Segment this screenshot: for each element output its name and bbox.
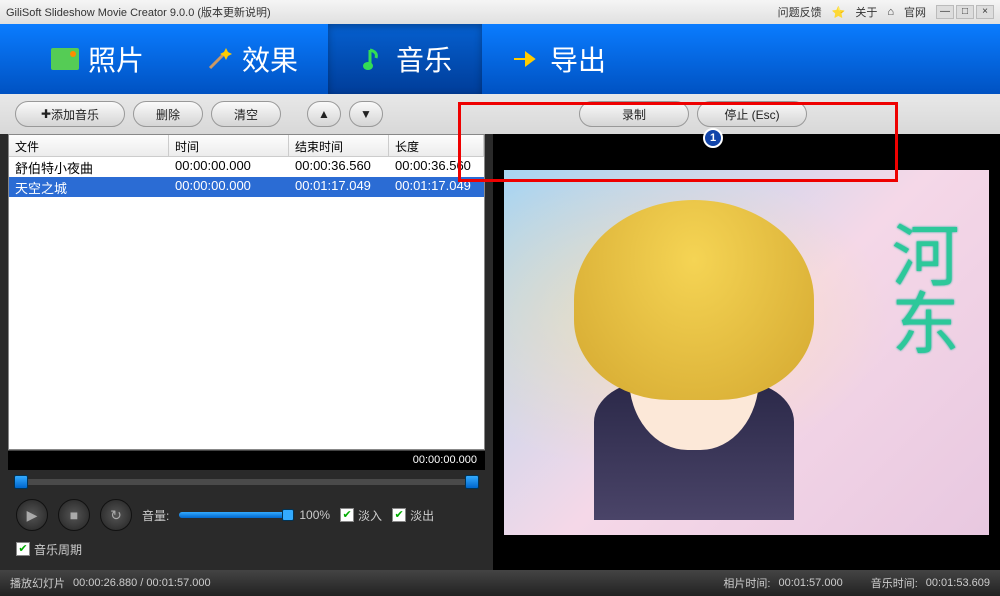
maximize-button[interactable]: □ [956, 5, 974, 19]
seek-bar[interactable] [8, 470, 485, 494]
preview-text: 河东 [870, 220, 969, 356]
player-controls: ▶ ■ ↻ 音量: 100% ✔淡入 ✔淡出 [8, 494, 485, 536]
main-navbar: 照片 效果 音乐 导出 [0, 24, 1000, 94]
play-button[interactable]: ▶ [16, 499, 48, 531]
tab-export[interactable]: 导出 [482, 24, 636, 94]
music-panel: 文件 时间 结束时间 长度 舒伯特小夜曲 00:00:00.000 00:00:… [0, 134, 493, 570]
delete-button[interactable]: 删除 [133, 101, 203, 127]
fadeout-checkbox[interactable]: ✔淡出 [392, 507, 434, 524]
seek-end-thumb[interactable] [465, 475, 479, 489]
move-down-button[interactable]: ▼ [349, 101, 383, 127]
photo-time: 00:01:57.000 [778, 577, 842, 589]
rewind-button[interactable]: ↻ [100, 499, 132, 531]
add-music-button[interactable]: ✚ 添加音乐 [15, 101, 125, 127]
star-icon: ⭐ [832, 6, 846, 19]
volume-percent: 100% [299, 508, 330, 522]
music-icon [358, 44, 388, 74]
music-time: 00:01:53.609 [926, 577, 990, 589]
photo-time-label: 相片时间: [723, 575, 770, 591]
move-up-button[interactable]: ▲ [307, 101, 341, 127]
table-row[interactable]: 天空之城 00:00:00.000 00:01:17.049 00:01:17.… [9, 177, 484, 197]
timecode-display: 00:00:00.000 [8, 450, 485, 470]
annotation-badge: 1 [703, 128, 723, 148]
table-row[interactable]: 舒伯特小夜曲 00:00:00.000 00:00:36.560 00:00:3… [9, 157, 484, 177]
preview-panel: 河东 [493, 134, 1000, 570]
record-button[interactable]: 录制 [579, 101, 689, 127]
stop-playback-button[interactable]: ■ [58, 499, 90, 531]
tab-music[interactable]: 音乐 [328, 24, 482, 94]
website-link[interactable]: 官网 [904, 4, 926, 20]
volume-label: 音量: [142, 507, 169, 524]
photo-icon [50, 44, 80, 74]
volume-slider[interactable] [179, 512, 289, 518]
table-body: 舒伯特小夜曲 00:00:00.000 00:00:36.560 00:00:3… [9, 157, 484, 449]
home-icon: ⌂ [887, 6, 894, 18]
slideshow-time: 00:00:26.880 / 00:01:57.000 [73, 577, 211, 589]
col-file[interactable]: 文件 [9, 135, 169, 156]
music-toolbar: ✚ 添加音乐 删除 清空 ▲ ▼ 录制 停止 (Esc) [0, 94, 1000, 134]
loop-checkbox[interactable]: ✔音乐周期 [16, 541, 82, 558]
statusbar: 播放幻灯片 00:00:26.880 / 00:01:57.000 相片时间: … [0, 570, 1000, 596]
clear-button[interactable]: 清空 [211, 101, 281, 127]
music-table: 文件 时间 结束时间 长度 舒伯特小夜曲 00:00:00.000 00:00:… [8, 134, 485, 450]
seek-start-thumb[interactable] [14, 475, 28, 489]
slideshow-label: 播放幻灯片 [10, 575, 65, 591]
col-length[interactable]: 长度 [389, 135, 484, 156]
music-loop-row: ✔音乐周期 [8, 536, 485, 562]
tab-effects[interactable]: 效果 [174, 24, 328, 94]
export-icon [512, 44, 542, 74]
tab-photos[interactable]: 照片 [20, 24, 174, 94]
fadein-checkbox[interactable]: ✔淡入 [340, 507, 382, 524]
col-endtime[interactable]: 结束时间 [289, 135, 389, 156]
stop-button[interactable]: 停止 (Esc) [697, 101, 807, 127]
feedback-link[interactable]: 问题反馈 [778, 4, 822, 20]
wand-icon [204, 44, 234, 74]
preview-image: 河东 [504, 170, 989, 535]
music-time-label: 音乐时间: [871, 575, 918, 591]
about-link[interactable]: 关于 [855, 4, 877, 20]
app-title: GiliSoft Slideshow Movie Creator 9.0.0 (… [6, 4, 778, 20]
titlebar: GiliSoft Slideshow Movie Creator 9.0.0 (… [0, 0, 1000, 24]
close-button[interactable]: × [976, 5, 994, 19]
table-header: 文件 时间 结束时间 长度 [9, 135, 484, 157]
col-time[interactable]: 时间 [169, 135, 289, 156]
minimize-button[interactable]: — [936, 5, 954, 19]
titlebar-links: 问题反馈 ⭐ 关于 ⌂ 官网 [778, 4, 926, 20]
